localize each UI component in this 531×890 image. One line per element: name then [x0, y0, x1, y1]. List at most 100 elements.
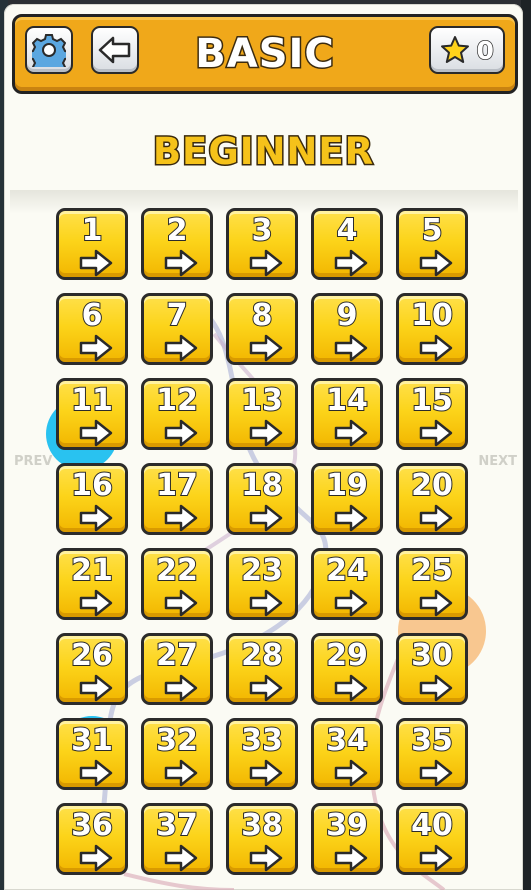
- level-9-button[interactable]: 9: [311, 293, 383, 365]
- level-1-button[interactable]: 1: [56, 208, 128, 280]
- arrow-right-icon: [419, 419, 453, 447]
- level-24-button[interactable]: 24: [311, 548, 383, 620]
- level-number: 21: [70, 553, 114, 589]
- level-number: 34: [325, 723, 369, 759]
- next-page-button[interactable]: NEXT: [478, 454, 517, 469]
- level-5-button[interactable]: 5: [396, 208, 468, 280]
- level-number: 4: [336, 213, 359, 249]
- arrow-right-icon: [334, 674, 368, 702]
- level-7-button[interactable]: 7: [141, 293, 213, 365]
- arrow-right-icon: [249, 759, 283, 787]
- level-27-button[interactable]: 27: [141, 633, 213, 705]
- level-number: 9: [336, 298, 359, 334]
- arrow-right-icon: [164, 419, 198, 447]
- arrow-right-icon: [79, 674, 113, 702]
- level-number: 27: [155, 638, 199, 674]
- level-number: 36: [70, 808, 114, 844]
- level-number: 16: [70, 468, 114, 504]
- level-38-button[interactable]: 38: [226, 803, 298, 875]
- level-number: 22: [155, 553, 199, 589]
- level-29-button[interactable]: 29: [311, 633, 383, 705]
- level-number: 38: [240, 808, 284, 844]
- level-34-button[interactable]: 34: [311, 718, 383, 790]
- level-4-button[interactable]: 4: [311, 208, 383, 280]
- level-8-button[interactable]: 8: [226, 293, 298, 365]
- level-2-button[interactable]: 2: [141, 208, 213, 280]
- arrow-right-icon: [79, 504, 113, 532]
- level-number: 23: [240, 553, 284, 589]
- level-25-button[interactable]: 25: [396, 548, 468, 620]
- level-number: 7: [166, 298, 189, 334]
- level-3-button[interactable]: 3: [226, 208, 298, 280]
- level-17-button[interactable]: 17: [141, 463, 213, 535]
- level-number: 2: [166, 213, 189, 249]
- level-11-button[interactable]: 11: [56, 378, 128, 450]
- level-19-button[interactable]: 19: [311, 463, 383, 535]
- level-number: 10: [410, 298, 454, 334]
- arrow-right-icon: [79, 759, 113, 787]
- level-28-button[interactable]: 28: [226, 633, 298, 705]
- level-32-button[interactable]: 32: [141, 718, 213, 790]
- level-14-button[interactable]: 14: [311, 378, 383, 450]
- arrow-right-icon: [419, 589, 453, 617]
- level-37-button[interactable]: 37: [141, 803, 213, 875]
- level-36-button[interactable]: 36: [56, 803, 128, 875]
- arrow-right-icon: [164, 589, 198, 617]
- level-23-button[interactable]: 23: [226, 548, 298, 620]
- level-39-button[interactable]: 39: [311, 803, 383, 875]
- level-35-button[interactable]: 35: [396, 718, 468, 790]
- arrow-right-icon: [79, 249, 113, 277]
- level-30-button[interactable]: 30: [396, 633, 468, 705]
- level-21-button[interactable]: 21: [56, 548, 128, 620]
- level-12-button[interactable]: 12: [141, 378, 213, 450]
- arrow-right-icon: [249, 419, 283, 447]
- level-number: 40: [410, 808, 454, 844]
- level-number: 32: [155, 723, 199, 759]
- arrow-right-icon: [334, 249, 368, 277]
- arrow-right-icon: [419, 674, 453, 702]
- level-number: 20: [410, 468, 454, 504]
- level-number: 25: [410, 553, 454, 589]
- arrow-right-icon: [249, 504, 283, 532]
- arrow-right-icon: [164, 844, 198, 872]
- arrow-right-icon: [419, 759, 453, 787]
- level-26-button[interactable]: 26: [56, 633, 128, 705]
- level-number: 17: [155, 468, 199, 504]
- level-number: 29: [325, 638, 369, 674]
- level-31-button[interactable]: 31: [56, 718, 128, 790]
- level-6-button[interactable]: 6: [56, 293, 128, 365]
- level-13-button[interactable]: 13: [226, 378, 298, 450]
- arrow-right-icon: [334, 759, 368, 787]
- star-count: 0: [476, 35, 495, 66]
- level-10-button[interactable]: 10: [396, 293, 468, 365]
- level-40-button[interactable]: 40: [396, 803, 468, 875]
- arrow-right-icon: [334, 589, 368, 617]
- star-icon: [441, 36, 470, 63]
- level-number: 12: [155, 383, 199, 419]
- arrow-right-icon: [164, 674, 198, 702]
- level-grid: 1 2 3 4 5 6 7 8 9 10 11 12 13 14 15 16 17 18 19 20 21 22 23 24 2…: [56, 208, 468, 875]
- level-22-button[interactable]: 22: [141, 548, 213, 620]
- level-number: 5: [421, 213, 444, 249]
- star-counter[interactable]: 0: [429, 26, 505, 74]
- level-number: 6: [81, 298, 104, 334]
- arrow-right-icon: [249, 674, 283, 702]
- arrow-right-icon: [334, 419, 368, 447]
- arrow-right-icon: [334, 844, 368, 872]
- prev-page-button[interactable]: PREV: [14, 454, 52, 469]
- level-18-button[interactable]: 18: [226, 463, 298, 535]
- difficulty-title: BEGINNER: [151, 129, 375, 175]
- level-33-button[interactable]: 33: [226, 718, 298, 790]
- level-number: 24: [325, 553, 369, 589]
- arrow-right-icon: [419, 334, 453, 362]
- level-number: 37: [155, 808, 199, 844]
- arrow-right-icon: [419, 504, 453, 532]
- level-number: 33: [240, 723, 284, 759]
- level-20-button[interactable]: 20: [396, 463, 468, 535]
- level-15-button[interactable]: 15: [396, 378, 468, 450]
- arrow-right-icon: [334, 334, 368, 362]
- level-number: 28: [240, 638, 284, 674]
- arrow-right-icon: [249, 249, 283, 277]
- arrow-right-icon: [79, 334, 113, 362]
- level-16-button[interactable]: 16: [56, 463, 128, 535]
